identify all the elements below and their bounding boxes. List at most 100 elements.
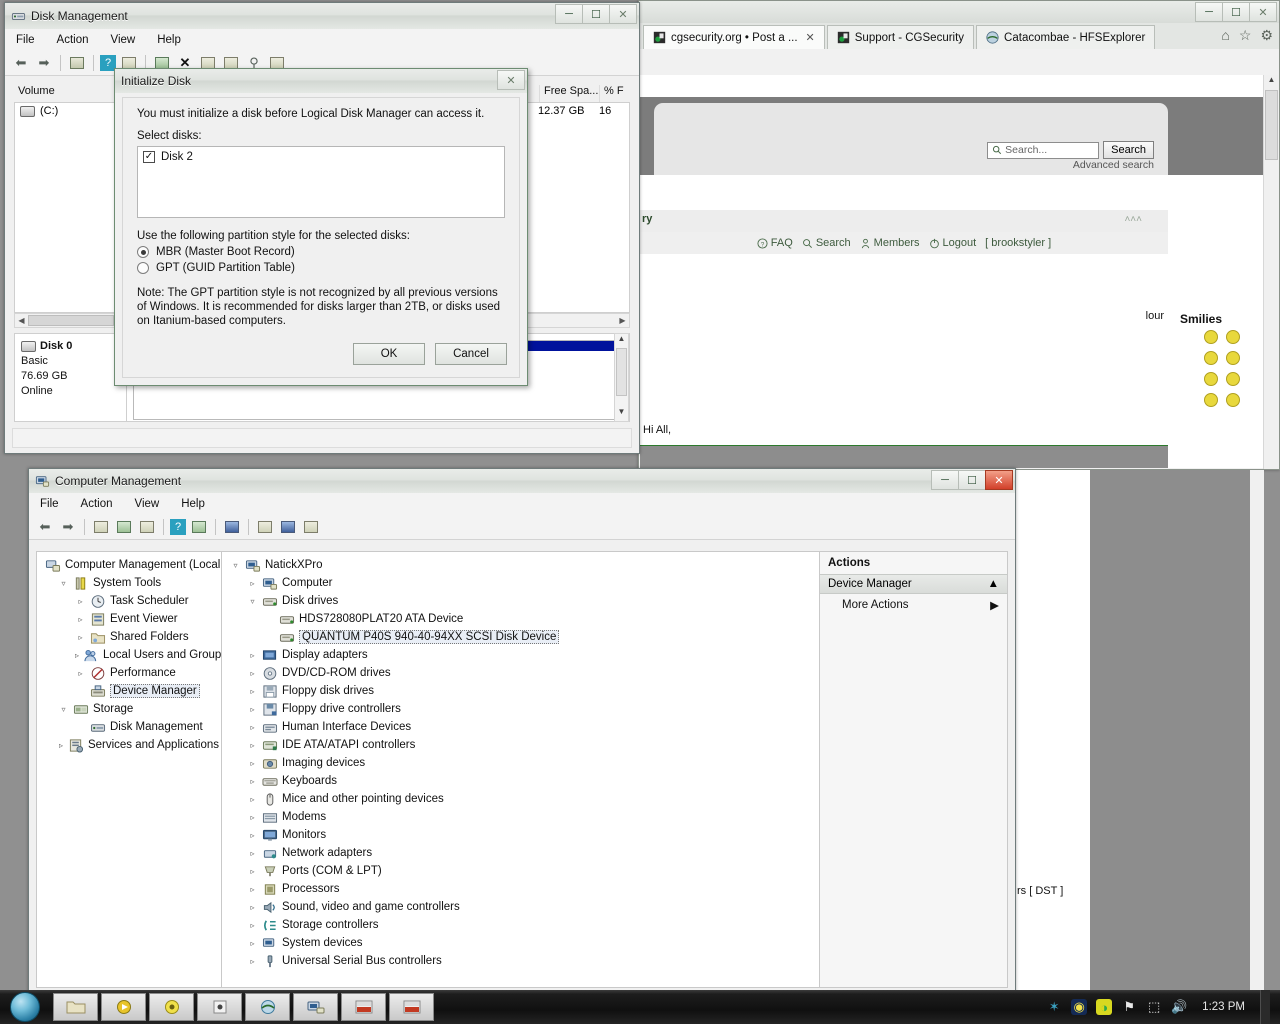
expander-icon[interactable]: ▹ — [247, 957, 258, 966]
browser-restore-button[interactable]: ☐ — [1222, 2, 1250, 22]
tree-node-hds728080plat20-ata-device[interactable]: HDS728080PLAT20 ATA Device — [224, 610, 817, 628]
column-percent-free[interactable]: % F — [600, 85, 630, 102]
disk-0-info[interactable]: Disk 0 Basic 76.69 GB Online — [15, 334, 127, 421]
radio-mbr-indicator[interactable] — [137, 246, 149, 258]
computer-management-maximize-button[interactable]: ☐ — [958, 470, 986, 490]
taskbar-clock[interactable]: 1:23 PM — [1202, 1001, 1245, 1013]
tree-node-storage[interactable]: ▿ Storage — [39, 700, 219, 718]
search-button[interactable]: Search — [1103, 141, 1154, 159]
tree-node-performance[interactable]: ▹ Performance — [39, 664, 219, 682]
forum-link-members[interactable]: Members — [860, 237, 920, 249]
scan-hardware-changes-icon[interactable] — [278, 517, 298, 537]
tree-node-floppy-disk-drives[interactable]: ▹ Floppy disk drives — [224, 682, 817, 700]
action-more-actions[interactable]: More Actions ▶ — [820, 594, 1007, 616]
menu-action[interactable]: Action — [54, 33, 92, 47]
menu-file[interactable]: File — [13, 33, 38, 47]
expander-icon[interactable]: ▿ — [230, 561, 241, 570]
menu-action[interactable]: Action — [78, 497, 116, 511]
browser-tab-1[interactable]: Support - CGSecurity — [826, 25, 975, 49]
smiley-icon[interactable] — [1204, 330, 1218, 344]
tree-node-universal-serial-bus-controllers[interactable]: ▹ Universal Serial Bus controllers — [224, 952, 817, 970]
show-hide-action-pane-icon[interactable] — [189, 517, 209, 537]
tree-node-natickxpro[interactable]: ▿ NatickXPro — [224, 556, 817, 574]
tree-node-keyboards[interactable]: ▹ Keyboards — [224, 772, 817, 790]
tree-node-processors[interactable]: ▹ Processors — [224, 880, 817, 898]
expander-icon[interactable]: ▹ — [247, 741, 258, 750]
expander-icon[interactable]: ▹ — [247, 885, 258, 894]
expander-icon[interactable]: ▿ — [58, 579, 69, 588]
scroll-down-arrow-icon[interactable]: ▼ — [615, 407, 628, 421]
smiley-icon[interactable] — [1204, 393, 1218, 407]
scroll-right-arrow-icon[interactable]: ▶ — [616, 316, 629, 325]
tree-node-computer[interactable]: ▹ Computer — [224, 574, 817, 592]
expander-icon[interactable]: ▹ — [247, 777, 258, 786]
column-free-space[interactable]: Free Spa... — [540, 85, 600, 102]
browser-tab-0-close-icon[interactable]: ✕ — [806, 31, 815, 44]
tree-node-task-scheduler[interactable]: ▹ Task Scheduler — [39, 592, 219, 610]
back-arrow-icon[interactable]: ⬅ — [35, 517, 55, 537]
browser-scroll-thumb[interactable] — [1265, 90, 1278, 160]
tray-antivirus-icon[interactable]: ◑ — [1096, 999, 1113, 1015]
tree-node-shared-folders[interactable]: ▹ Shared Folders — [39, 628, 219, 646]
computer-management-minimize-button[interactable]: ─ — [931, 470, 959, 490]
tree-node-human-interface-devices[interactable]: ▹ Human Interface Devices — [224, 718, 817, 736]
expander-icon[interactable]: ▹ — [247, 903, 258, 912]
console-tree[interactable]: Computer Management (Local ▿ System Tools ▹… — [36, 551, 222, 988]
expander-icon[interactable]: ▹ — [75, 669, 86, 678]
tree-node-computer-management-local[interactable]: Computer Management (Local — [39, 556, 220, 574]
menu-file[interactable]: File — [37, 497, 62, 511]
smiley-icon[interactable] — [1204, 372, 1218, 386]
up-one-level-icon[interactable] — [91, 517, 111, 537]
tree-node-display-adapters[interactable]: ▹ Display adapters — [224, 646, 817, 664]
advanced-search-link[interactable]: Advanced search — [654, 159, 1168, 171]
expander-icon[interactable]: ▹ — [247, 723, 258, 732]
search-input[interactable]: Search... — [987, 141, 1100, 159]
expander-icon[interactable]: ▹ — [75, 633, 86, 642]
home-icon[interactable]: ⌂ — [1221, 27, 1229, 44]
initialize-disk-close-button[interactable]: ✕ — [497, 70, 525, 90]
expander-icon[interactable]: ▹ — [247, 795, 258, 804]
update-driver-icon[interactable] — [301, 517, 321, 537]
collapse-chevrons-icon[interactable]: ˄˄˄ — [1124, 214, 1142, 225]
tree-node-event-viewer[interactable]: ▹ Event Viewer — [39, 610, 219, 628]
chevron-up-icon[interactable]: ▲ — [988, 578, 999, 590]
expander-icon[interactable]: ▹ — [247, 687, 258, 696]
device-manager-tree[interactable]: ▿ NatickXPro ▹ Computer ▿ Disk drives HDS72808… — [222, 551, 820, 988]
tree-node-ide-ata-atapi-controllers[interactable]: ▹ IDE ATA/ATAPI controllers — [224, 736, 817, 754]
disk-view-vertical-scrollbar[interactable]: ▲ ▼ — [614, 333, 629, 422]
tree-node-floppy-drive-controllers[interactable]: ▹ Floppy drive controllers — [224, 700, 817, 718]
tree-node-sound-video-and-game-controllers[interactable]: ▹ Sound, video and game controllers — [224, 898, 817, 916]
taskbar-item-disk-management-2[interactable] — [389, 993, 434, 1021]
tree-node-quantum-p40s-940-40-94xx-scsi-disk-device[interactable]: QUANTUM P40S 940-40-94XX SCSI Disk Devic… — [224, 628, 817, 646]
cancel-button[interactable]: Cancel — [435, 343, 507, 365]
tree-node-local-users-and-groups[interactable]: ▹ Local Users and Groups — [39, 646, 221, 664]
smiley-icon[interactable] — [1226, 351, 1240, 365]
forum-link-search[interactable]: Search — [802, 237, 851, 249]
tree-node-services-and-applications[interactable]: ▹ Services and Applications — [39, 736, 219, 754]
tree-node-network-adapters[interactable]: ▹ Network adapters — [224, 844, 817, 862]
disk-management-minimize-button[interactable]: ─ — [555, 4, 583, 24]
expander-icon[interactable]: ▹ — [75, 615, 86, 624]
expander-icon[interactable]: ▹ — [247, 579, 258, 588]
disk-checkbox-row[interactable]: ✓ Disk 2 — [143, 151, 499, 163]
forward-arrow-icon[interactable]: ➡ — [58, 517, 78, 537]
smiley-icon[interactable] — [1226, 372, 1240, 386]
start-button[interactable] — [0, 991, 50, 1023]
disk-management-maximize-button[interactable]: ☐ — [582, 4, 610, 24]
help-icon[interactable]: ? — [170, 518, 186, 535]
smiley-icon[interactable] — [1226, 393, 1240, 407]
taskbar-item-media[interactable] — [101, 993, 146, 1021]
disk-2-checkbox[interactable]: ✓ — [143, 151, 155, 163]
tree-node-device-manager[interactable]: Device Manager — [39, 682, 219, 700]
expander-icon[interactable]: ▹ — [247, 705, 258, 714]
tree-node-system-devices[interactable]: ▹ System devices — [224, 934, 817, 952]
expander-icon[interactable]: ▹ — [247, 867, 258, 876]
tray-volume-icon[interactable]: 🔊 — [1171, 999, 1187, 1015]
show-hide-console-tree-icon[interactable] — [67, 53, 87, 73]
browser-close-button[interactable]: ✕ — [1249, 2, 1277, 22]
menu-view[interactable]: View — [108, 33, 139, 47]
tree-node-monitors[interactable]: ▹ Monitors — [224, 826, 817, 844]
radio-mbr[interactable]: MBR (Master Boot Record) — [137, 246, 505, 258]
tray-bluetooth-icon[interactable]: ✶ — [1046, 999, 1062, 1015]
settings-gear-icon[interactable]: ⚙ — [1260, 27, 1273, 44]
